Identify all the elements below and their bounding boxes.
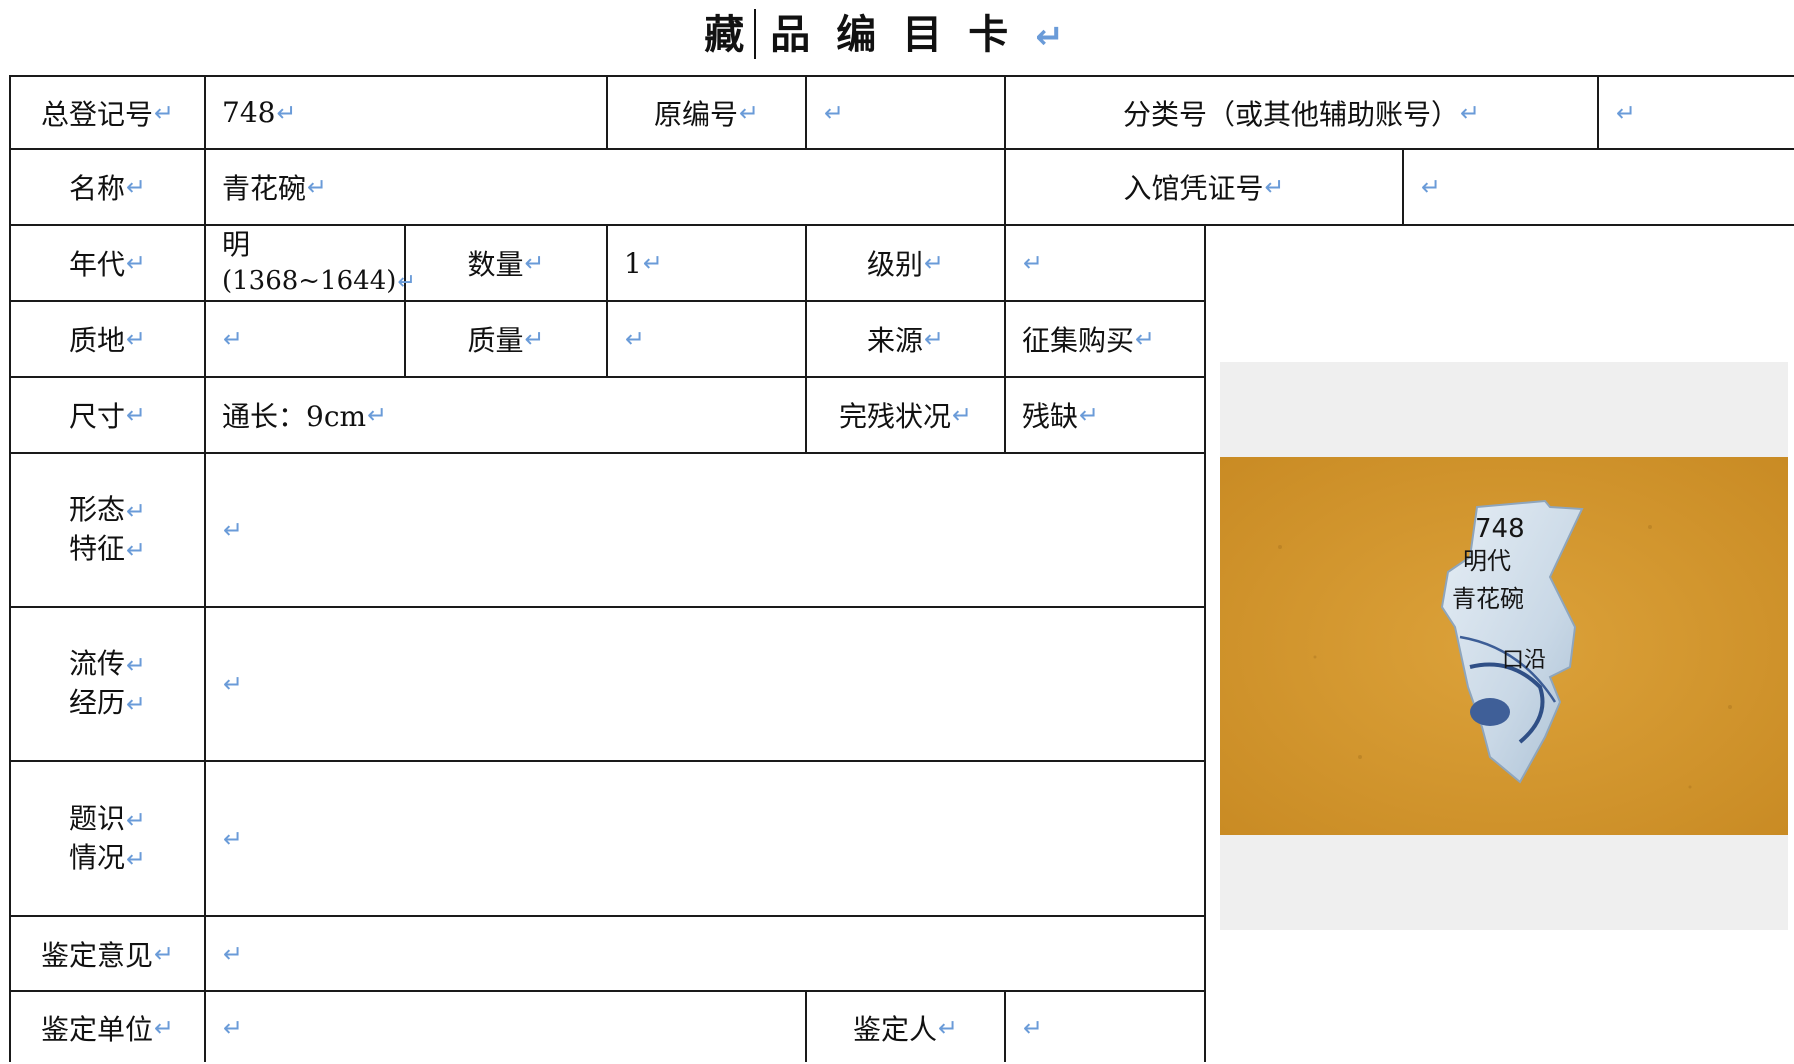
weight-label: 质量 ↵ xyxy=(467,324,545,357)
voucher-label: 入馆凭证号 ↵ xyxy=(1123,172,1285,205)
return-mark-icon: ↵ xyxy=(1616,98,1636,127)
name-label: 名称 ↵ xyxy=(69,172,146,205)
appraiser-value[interactable]: ↵ xyxy=(1006,992,1204,1064)
name-value[interactable]: 青花碗 ↵ xyxy=(206,150,1004,224)
source-label: 来源 ↵ xyxy=(867,324,944,357)
return-mark-icon: ↵ xyxy=(126,401,146,429)
weight-value[interactable]: ↵ xyxy=(608,302,805,376)
return-mark-icon: ↵ xyxy=(126,805,146,834)
provenance-label: 流传↵ 经历↵ xyxy=(69,647,146,719)
size-value[interactable]: 通长：9cm ↵ xyxy=(206,378,805,452)
unit-label: 鉴定单位 ↵ xyxy=(41,1013,174,1046)
return-mark-icon: ↵ xyxy=(276,98,297,127)
return-mark-icon: ↵ xyxy=(1023,249,1043,277)
appraiser-label: 鉴定人 ↵ xyxy=(853,1013,958,1046)
era-value-line1: 明 xyxy=(222,227,251,261)
reg-no-value[interactable]: 748 ↵ xyxy=(206,77,606,148)
return-mark-icon: ↵ xyxy=(154,939,174,968)
orig-no-value[interactable]: ↵ xyxy=(807,77,1004,148)
return-mark-icon: ↵ xyxy=(524,325,545,353)
form-features-label: 形态↵ 特征↵ xyxy=(69,493,146,565)
return-mark-icon: ↵ xyxy=(126,325,146,353)
svg-text:748: 748 xyxy=(1475,514,1525,544)
return-mark-icon: ↵ xyxy=(1035,17,1090,57)
provenance-value[interactable]: ↵ xyxy=(206,608,1204,760)
return-mark-icon: ↵ xyxy=(924,325,944,353)
return-mark-icon: ↵ xyxy=(126,651,146,679)
return-mark-icon: ↵ xyxy=(524,249,545,277)
return-mark-icon: ↵ xyxy=(938,1014,958,1042)
return-mark-icon: ↵ xyxy=(1135,325,1155,353)
qty-value[interactable]: 1 ↵ xyxy=(608,226,805,300)
opinion-value[interactable]: ↵ xyxy=(206,917,1204,990)
size-label: 尺寸 ↵ xyxy=(69,400,146,433)
condition-label: 完残状况 ↵ xyxy=(839,400,972,433)
era-label: 年代 ↵ xyxy=(69,248,146,281)
svg-text:口沿: 口沿 xyxy=(1502,648,1546,673)
return-mark-icon: ↵ xyxy=(642,249,663,277)
voucher-value[interactable]: ↵ xyxy=(1404,150,1794,224)
return-mark-icon: ↵ xyxy=(824,98,844,127)
orig-no-label: 原编号 ↵ xyxy=(654,97,759,131)
return-mark-icon: ↵ xyxy=(1264,173,1285,201)
grade-label: 级别 ↵ xyxy=(867,248,944,281)
return-mark-icon: ↵ xyxy=(1421,173,1441,201)
return-mark-icon: ↵ xyxy=(625,325,645,353)
form-features-value[interactable]: ↵ xyxy=(206,454,1204,606)
return-mark-icon: ↵ xyxy=(154,1014,174,1042)
return-mark-icon: ↵ xyxy=(126,497,146,525)
return-mark-icon: ↵ xyxy=(223,516,243,544)
unit-value[interactable]: ↵ xyxy=(206,992,805,1064)
return-mark-icon: ↵ xyxy=(952,401,972,429)
opinion-label: 鉴定意见 ↵ xyxy=(41,938,174,972)
svg-text:青花碗: 青花碗 xyxy=(1452,585,1524,613)
material-value[interactable]: ↵ xyxy=(206,302,404,376)
return-mark-icon: ↵ xyxy=(223,325,243,353)
return-mark-icon: ↵ xyxy=(1460,98,1480,127)
return-mark-icon: ↵ xyxy=(126,249,146,277)
artifact-photo[interactable]: 748 明代 青花碗 口沿 xyxy=(1220,362,1788,930)
inscription-label: 题识↵ 情况↵ xyxy=(69,801,146,874)
return-mark-icon: ↵ xyxy=(154,98,174,127)
svg-text:明代: 明代 xyxy=(1463,547,1511,575)
return-mark-icon: ↵ xyxy=(924,249,944,277)
return-mark-icon: ↵ xyxy=(307,173,327,201)
return-mark-icon: ↵ xyxy=(223,824,243,853)
era-value[interactable]: 明 (1368~1644)↵ xyxy=(206,226,416,300)
grade-value[interactable]: ↵ xyxy=(1006,226,1204,300)
return-mark-icon: ↵ xyxy=(739,98,759,127)
page-title: 藏品编目卡↵ xyxy=(704,11,1090,58)
return-mark-icon: ↵ xyxy=(126,173,146,201)
return-mark-icon: ↵ xyxy=(223,939,243,968)
return-mark-icon: ↵ xyxy=(126,844,146,873)
class-no-value[interactable]: ↵ xyxy=(1599,77,1794,148)
qty-label: 数量 ↵ xyxy=(467,248,545,281)
condition-value[interactable]: 残缺 ↵ xyxy=(1006,378,1204,452)
reg-no-label: 总登记号 ↵ xyxy=(41,97,174,131)
return-mark-icon: ↵ xyxy=(223,1014,243,1042)
return-mark-icon: ↵ xyxy=(223,670,243,698)
porcelain-shard-image: 748 明代 青花碗 口沿 xyxy=(1220,457,1788,835)
class-no-label: 分类号（或其他辅助账号） ↵ xyxy=(1123,97,1480,131)
return-mark-icon: ↵ xyxy=(367,401,388,429)
inscription-value[interactable]: ↵ xyxy=(206,762,1204,915)
era-value-line2: (1368~1644)↵ xyxy=(222,265,416,296)
return-mark-icon: ↵ xyxy=(1079,401,1099,429)
source-value[interactable]: 征集购买 ↵ xyxy=(1006,302,1204,376)
return-mark-icon: ↵ xyxy=(126,690,146,718)
material-label: 质地 ↵ xyxy=(69,324,146,357)
return-mark-icon: ↵ xyxy=(1023,1014,1043,1042)
return-mark-icon: ↵ xyxy=(126,536,146,564)
